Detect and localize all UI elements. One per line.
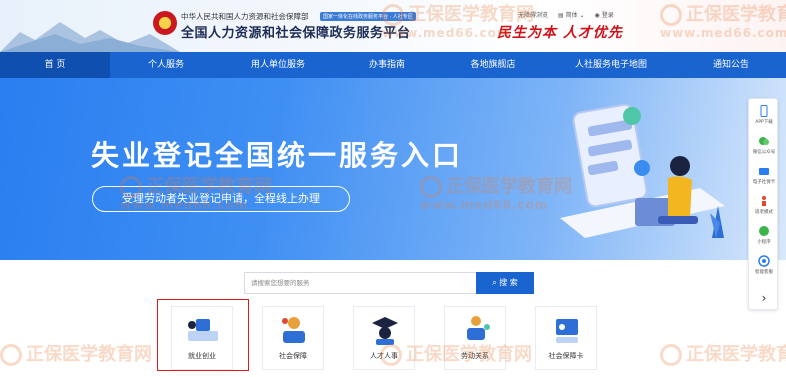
nav-item-local-stores[interactable]: 各地旗舰店 xyxy=(440,52,546,78)
search-button[interactable]: ⌕ 搜 索 xyxy=(476,272,534,294)
phone-icon xyxy=(760,105,768,117)
site-header: 中华人民共和国人力资源和社会保障部 全国人力资源和社会保障政务服务平台 国家一体… xyxy=(0,0,786,52)
service-card-employment[interactable]: 就业创业 xyxy=(171,306,233,370)
wechat-icon xyxy=(759,137,769,145)
wechat-tool[interactable]: 微信公众号 xyxy=(749,133,779,159)
elderly-icon xyxy=(762,196,766,206)
headset-icon xyxy=(758,255,770,267)
hero-banner[interactable]: 失业登记全国统一服务入口 受理劳动者失业登记申请，全程线上办理 xyxy=(0,78,786,260)
accessibility-link[interactable]: 无障碍浏览 xyxy=(518,10,548,19)
customer-service-tool[interactable]: 智能客服 xyxy=(749,253,779,279)
platform-title: 全国人力资源和社会保障政务服务平台 xyxy=(181,26,411,41)
search-input[interactable]: 请搜索您想要的服务 xyxy=(244,272,476,294)
nav-item-notices[interactable]: 通知公告 xyxy=(676,52,786,78)
national-emblem-icon xyxy=(153,11,177,35)
document-icon: ▤ xyxy=(558,12,566,19)
nav-item-service-map[interactable]: 人社服务电子地图 xyxy=(546,52,676,78)
service-card-social-security[interactable]: 社会保障 xyxy=(262,306,324,370)
graduate-icon xyxy=(372,317,398,345)
top-links: 无障碍浏览 ▤ 简体 ⌄ ◉ 登录 xyxy=(518,10,614,19)
user-icon: ◉ xyxy=(594,12,602,19)
service-card-ss-card[interactable]: 社会保障卡 xyxy=(535,306,597,370)
social-security-card-tool[interactable]: 电子社保卡 xyxy=(749,163,779,189)
watermark: 正保医学教育网 xyxy=(660,340,786,366)
card-icon xyxy=(759,168,769,175)
slogan: 民生为本 人才优先 xyxy=(497,25,623,41)
nav-item-personal[interactable]: 个人服务 xyxy=(110,52,222,78)
employment-icon xyxy=(188,319,218,341)
id-card-icon xyxy=(556,319,578,343)
watermark: 正保医学教育网 xyxy=(0,340,152,366)
watermark-logo-icon xyxy=(660,344,682,366)
nav-item-employer[interactable]: 用人单位服务 xyxy=(222,52,334,78)
login-link[interactable]: ◉ 登录 xyxy=(595,10,614,19)
watermark-logo-icon xyxy=(0,344,22,366)
service-card-talent[interactable]: 人才人事 xyxy=(353,306,415,370)
nav-item-guide[interactable]: 办事指南 xyxy=(334,52,440,78)
ministry-name: 中华人民共和国人力资源和社会保障部 xyxy=(181,12,309,21)
main-nav: 首 页 个人服务 用人单位服务 办事指南 各地旗舰店 人社服务电子地图 通知公告 xyxy=(0,52,786,78)
chevron-down-icon: ⌄ xyxy=(577,12,585,19)
chevron-right-icon[interactable]: › xyxy=(749,291,779,305)
social-security-icon xyxy=(282,317,305,343)
elderly-mode-tool[interactable]: 适老模式 xyxy=(749,193,779,219)
banner-subtitle-button[interactable]: 受理劳动者失业登记申请，全程线上办理 xyxy=(92,186,350,212)
app-download-tool[interactable]: APP下载 xyxy=(749,103,779,129)
language-switch[interactable]: ▤ 简体 ⌄ xyxy=(558,10,585,19)
handshake-icon xyxy=(467,316,490,340)
side-toolbar: APP下载 微信公众号 电子社保卡 适老模式 小程序 智能客服 › xyxy=(748,98,778,310)
banner-title: 失业登记全国统一服务入口 xyxy=(91,139,464,172)
office-worker-illustration xyxy=(560,103,725,238)
service-card-labor-relations[interactable]: 劳动关系 xyxy=(444,306,506,370)
nav-item-home[interactable]: 首 页 xyxy=(0,52,110,78)
mini-program-tool[interactable]: 小程序 xyxy=(749,223,779,249)
mini-program-icon xyxy=(759,226,769,236)
platform-tagline: 国家一体化在线政务服务平台 · 人社专区 xyxy=(320,12,416,21)
